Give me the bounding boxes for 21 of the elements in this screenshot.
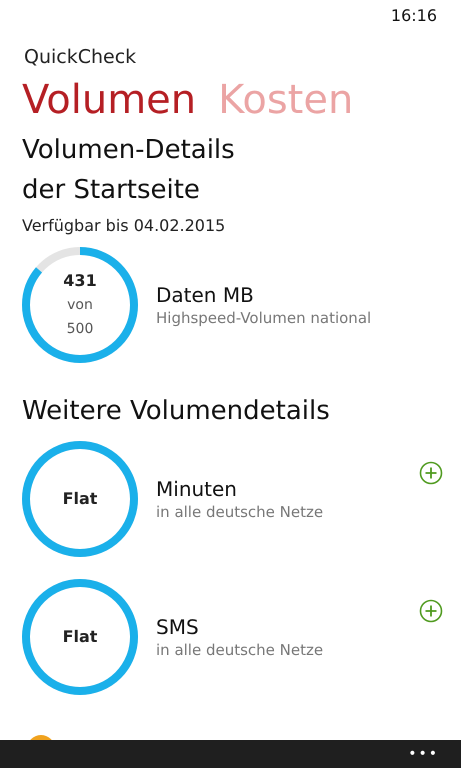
section-heading: Volumen-Details xyxy=(22,134,236,167)
ring-value: 431 xyxy=(63,270,97,292)
item-title: SMS xyxy=(156,615,200,639)
add-icon[interactable] xyxy=(419,461,443,485)
pivot-tab[interactable]: Volumen xyxy=(22,74,196,126)
section-heading: der Startseite xyxy=(22,174,201,207)
ring-value: Flat xyxy=(62,626,98,648)
section-heading: Weitere Volumendetails xyxy=(22,395,331,428)
add-icon[interactable] xyxy=(419,599,443,623)
app-title: QuickCheck xyxy=(24,46,138,68)
item-title: Daten MB xyxy=(156,283,255,307)
more-menu-button[interactable]: ••• xyxy=(408,746,439,762)
ring-value: Flat xyxy=(62,488,98,510)
item-subtitle: in alle deutsche Netze xyxy=(156,503,324,521)
ring-label: von xyxy=(67,296,93,315)
validity-text: Verfügbar bis 04.02.2015 xyxy=(22,216,226,235)
clock: 16:16 xyxy=(390,6,437,27)
item-subtitle: in alle deutsche Netze xyxy=(156,641,324,659)
item-title: Minuten xyxy=(156,477,238,501)
ring-label: 500 xyxy=(66,320,94,339)
item-subtitle: Highspeed-Volumen national xyxy=(156,309,372,327)
